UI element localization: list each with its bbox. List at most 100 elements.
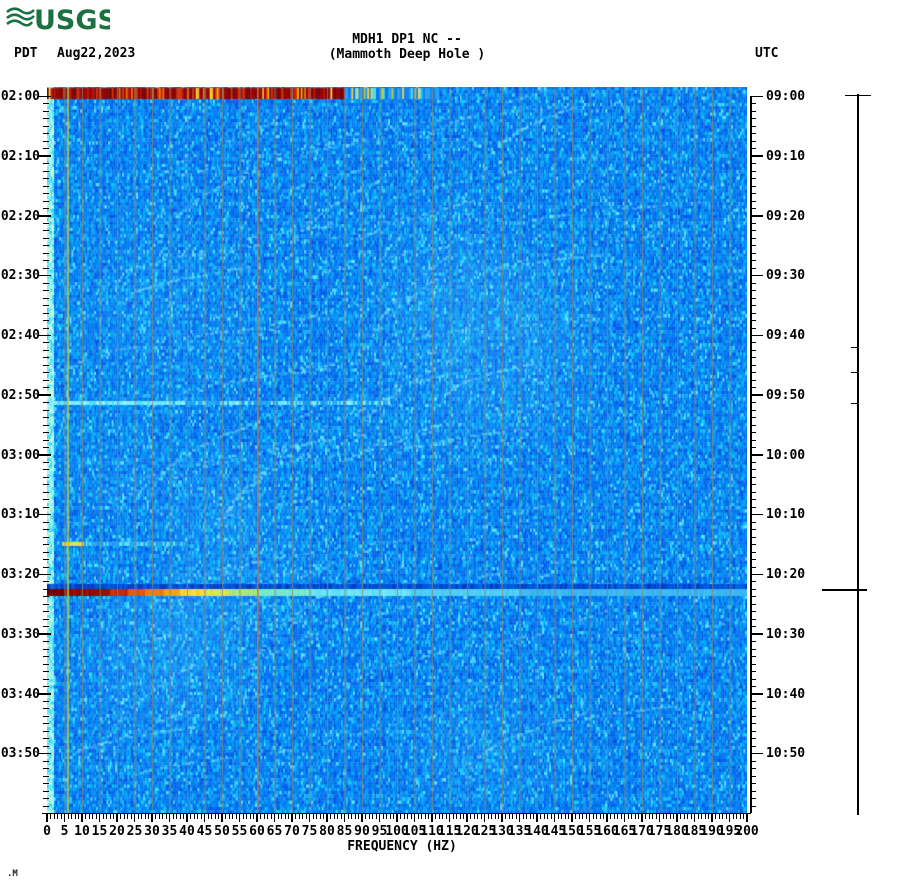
- freq-minor-tick: [456, 813, 457, 819]
- usgs-logo: USGS: [6, 5, 110, 34]
- freq-tick-label: 70: [284, 824, 300, 839]
- time-minor-tick-left: [43, 686, 49, 688]
- freq-minor-tick: [333, 813, 335, 819]
- time-minor-tick-left: [43, 103, 49, 105]
- freq-major-tick: [623, 813, 626, 822]
- freq-minor-tick: [417, 813, 419, 819]
- freq-minor-tick: [67, 813, 69, 819]
- time-major-tick-right: [750, 274, 763, 277]
- freq-minor-tick: [718, 813, 720, 819]
- freq-tick-label: 60: [249, 824, 265, 839]
- time-minor-tick-left: [43, 641, 49, 643]
- freq-minor-tick: [393, 813, 394, 819]
- timezone-right-label: UTC: [755, 46, 779, 61]
- time-minor-tick-left: [43, 671, 49, 673]
- time-minor-tick-left: [43, 178, 49, 180]
- freq-minor-tick: [662, 813, 664, 819]
- time-minor-tick-left: [43, 200, 49, 202]
- time-minor-tick-left: [43, 402, 49, 404]
- freq-major-tick: [326, 813, 328, 822]
- freq-minor-tick: [316, 813, 317, 819]
- time-minor-tick-left: [43, 461, 49, 463]
- pdt-time-label: 02:20: [0, 208, 40, 224]
- time-minor-tick-left: [43, 626, 49, 628]
- time-minor-tick-left: [43, 193, 49, 195]
- time-minor-tick-left: [43, 521, 49, 523]
- freq-minor-tick: [74, 813, 76, 819]
- time-minor-tick-left: [43, 566, 49, 568]
- freq-major-tick: [746, 813, 748, 822]
- pdt-time-label: 02:30: [0, 268, 40, 284]
- freq-minor-tick: [60, 813, 62, 819]
- freq-major-tick: [553, 813, 556, 822]
- time-minor-tick-left: [43, 252, 49, 254]
- time-minor-tick-left: [43, 432, 49, 434]
- time-minor-tick-left: [43, 648, 49, 650]
- freq-minor-tick: [162, 813, 163, 819]
- freq-minor-tick: [403, 813, 405, 819]
- timezone-left-label: PDT: [14, 46, 38, 61]
- freq-minor-tick: [50, 813, 51, 819]
- freq-minor-tick: [270, 813, 272, 819]
- freq-minor-tick: [305, 813, 307, 819]
- freq-minor-tick: [575, 813, 576, 819]
- time-minor-tick-left: [43, 559, 49, 561]
- freq-tick-label: 25: [126, 824, 143, 839]
- time-minor-tick-left: [43, 700, 49, 702]
- freq-minor-tick: [235, 813, 237, 819]
- freq-minor-tick: [312, 813, 314, 819]
- freq-tick-label: 30: [144, 824, 160, 839]
- time-major-tick-right: [750, 573, 763, 575]
- time-minor-tick-left: [43, 618, 49, 620]
- freq-tick-label: 200: [735, 824, 759, 839]
- time-minor-tick-left: [43, 588, 49, 590]
- freq-major-tick: [518, 813, 521, 822]
- time-major-tick-right: [750, 394, 763, 396]
- spectrogram-page: USGS PDT Aug22,2023 MDH1 DP1 NC -- (Mamm…: [0, 0, 902, 892]
- freq-minor-tick: [704, 813, 706, 819]
- freq-minor-tick: [165, 813, 167, 819]
- freq-minor-tick: [561, 813, 562, 819]
- freq-minor-tick: [211, 813, 212, 819]
- date-label: Aug22,2023: [57, 46, 136, 61]
- freq-minor-tick: [582, 813, 583, 819]
- freq-minor-tick: [470, 813, 471, 819]
- freq-minor-tick: [627, 813, 629, 819]
- freq-minor-tick: [172, 813, 174, 819]
- freq-major-tick: [728, 813, 731, 822]
- freq-minor-tick: [491, 813, 492, 819]
- freq-minor-tick: [218, 813, 219, 819]
- freq-major-tick: [536, 813, 538, 822]
- freq-minor-tick: [340, 813, 342, 819]
- time-minor-tick-left: [43, 118, 49, 120]
- utc-time-label: 09:50: [766, 387, 806, 403]
- time-minor-tick-left: [43, 208, 49, 210]
- utc-time-label: 09:20: [766, 208, 806, 224]
- freq-minor-tick: [487, 813, 489, 819]
- usgs-wave-icon: [6, 7, 35, 27]
- pdt-time-label: 02:40: [0, 328, 40, 343]
- freq-minor-tick: [445, 813, 447, 819]
- freq-minor-tick: [330, 813, 331, 819]
- freq-minor-tick: [596, 813, 597, 819]
- freq-major-tick: [378, 813, 381, 822]
- time-minor-tick-left: [43, 222, 49, 224]
- time-minor-tick-left: [43, 305, 49, 307]
- freq-minor-tick: [669, 813, 671, 819]
- freq-minor-tick: [613, 813, 615, 819]
- amplitude-bar-cross-tick: [845, 94, 871, 96]
- pdt-time-label: 02:00: [0, 89, 40, 104]
- time-minor-tick-left: [43, 551, 49, 553]
- freq-minor-tick: [246, 813, 247, 819]
- freq-minor-tick: [701, 813, 702, 819]
- freq-minor-tick: [578, 813, 580, 819]
- freq-major-tick: [151, 813, 153, 822]
- freq-minor-tick: [508, 813, 510, 819]
- freq-minor-tick: [428, 813, 429, 819]
- time-minor-tick-left: [43, 656, 49, 658]
- time-minor-tick-left: [43, 469, 49, 471]
- freq-minor-tick: [480, 813, 482, 819]
- freq-minor-tick: [725, 813, 727, 819]
- freq-minor-tick: [120, 813, 121, 819]
- freq-minor-tick: [543, 813, 545, 819]
